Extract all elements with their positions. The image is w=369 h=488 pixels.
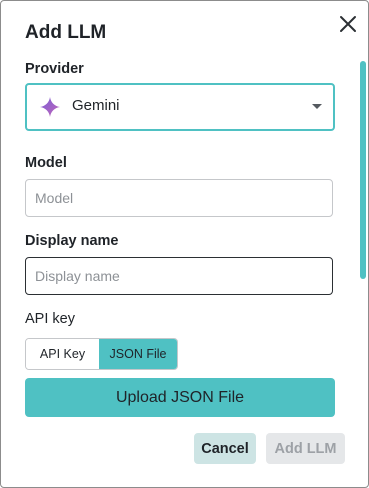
add-llm-button[interactable]: Add LLM xyxy=(266,433,345,464)
cancel-button[interactable]: Cancel xyxy=(194,433,256,464)
gemini-icon xyxy=(40,97,60,117)
provider-select[interactable]: Gemini xyxy=(25,83,335,131)
upload-json-button[interactable]: Upload JSON File xyxy=(25,378,335,417)
api-key-label: API key xyxy=(25,311,75,327)
json-file-option[interactable]: JSON File xyxy=(99,339,177,369)
model-label: Model xyxy=(25,155,67,171)
add-llm-dialog: Add LLM Provider Gemini Model Display na… xyxy=(0,0,369,488)
scrollbar-thumb[interactable] xyxy=(360,61,366,279)
chevron-down-icon xyxy=(312,104,322,109)
display-name-label: Display name xyxy=(25,233,119,249)
model-input[interactable] xyxy=(25,179,333,217)
provider-value: Gemini xyxy=(72,97,120,114)
close-icon[interactable] xyxy=(337,13,359,35)
provider-label: Provider xyxy=(25,61,84,77)
dialog-title: Add LLM xyxy=(25,22,107,43)
api-key-option[interactable]: API Key xyxy=(26,339,99,369)
api-key-toggle: API Key JSON File xyxy=(25,338,178,370)
display-name-input[interactable] xyxy=(25,257,333,295)
